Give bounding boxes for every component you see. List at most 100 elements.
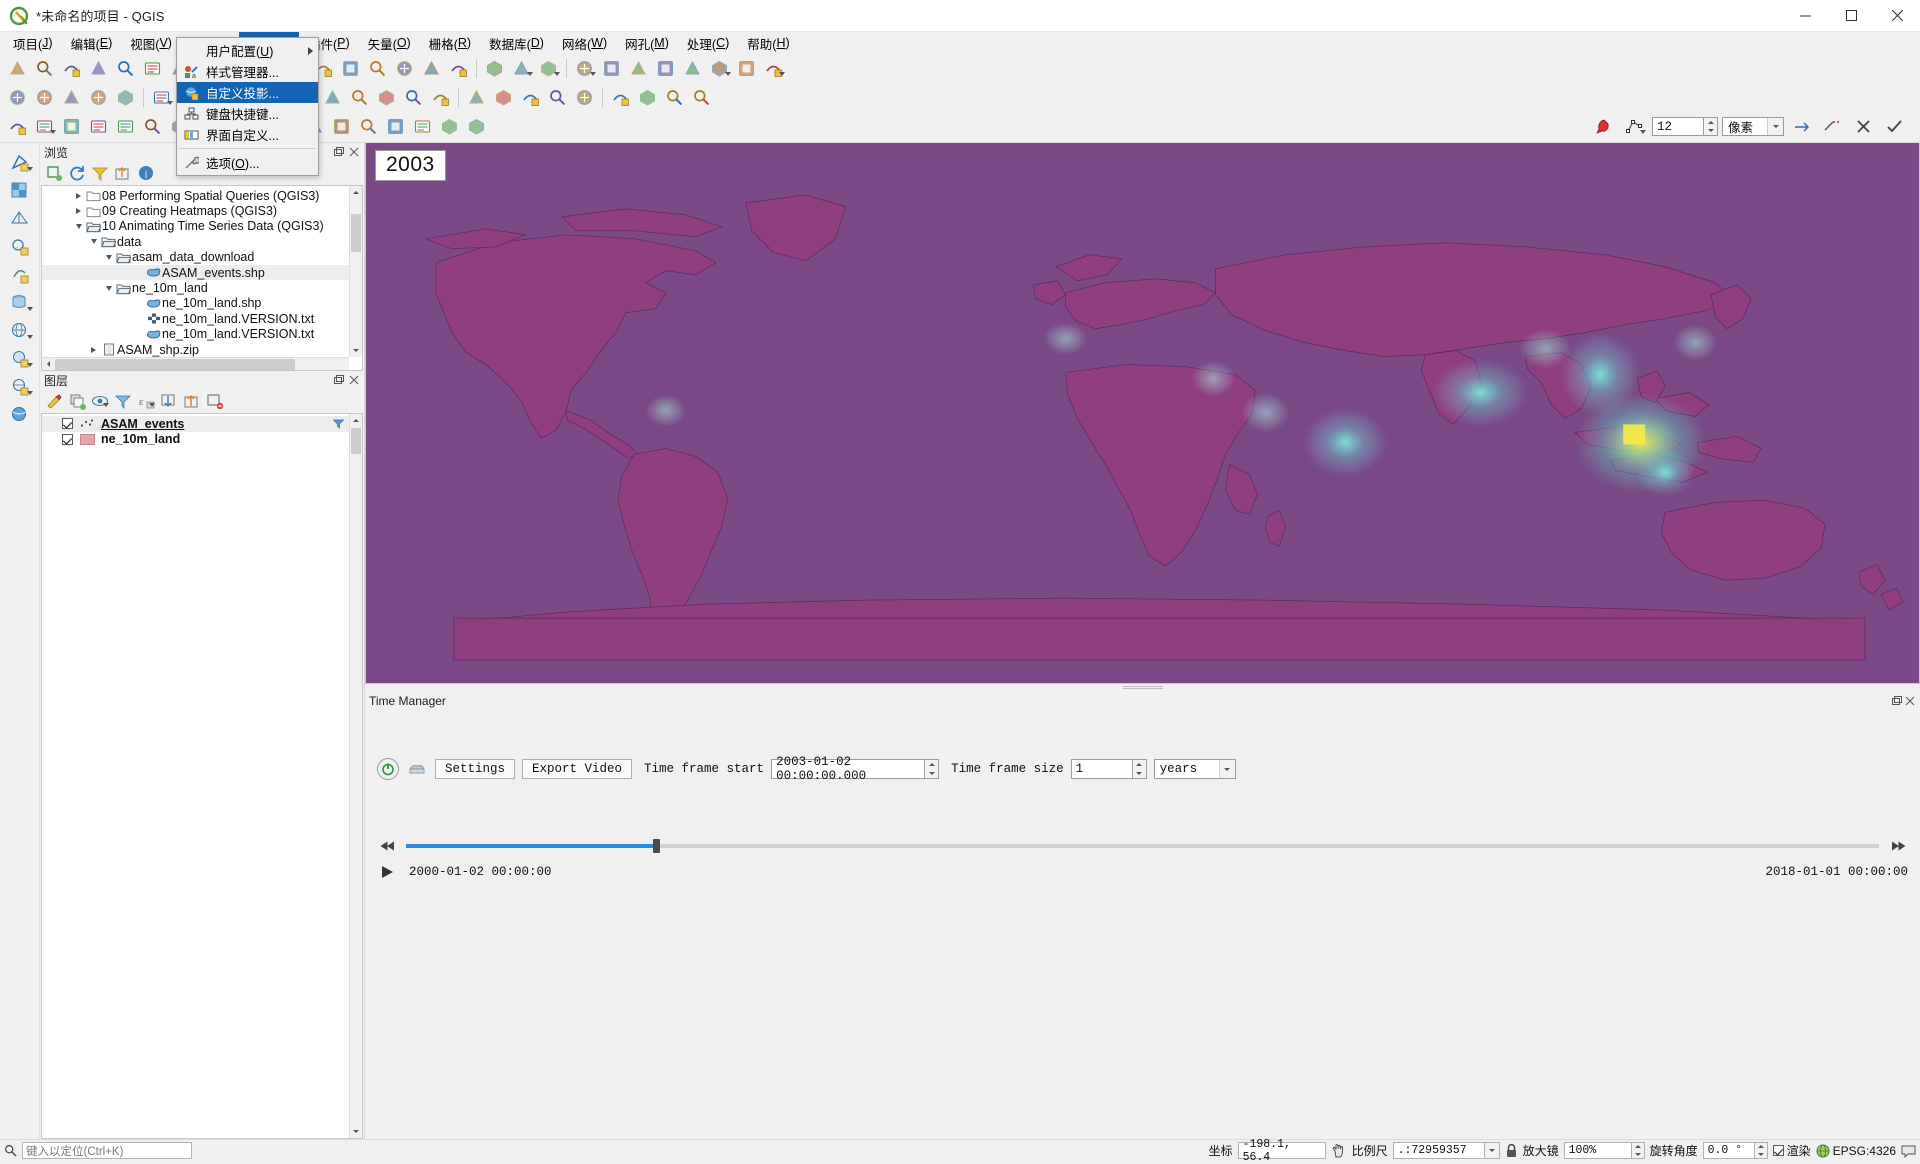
time-frame-size-stepper[interactable] [1132, 759, 1147, 779]
current-edits-icon[interactable] [148, 85, 175, 110]
merge-features-icon[interactable] [355, 114, 382, 139]
show-statistics-icon[interactable] [706, 56, 733, 81]
open-data-source-manager-icon[interactable] [4, 85, 31, 110]
menu-v[interactable]: 视图(V) [121, 32, 181, 54]
add-vector-layer-side-icon[interactable] [5, 149, 35, 176]
menu-m[interactable]: 网孔(M) [616, 32, 678, 54]
menu-w[interactable]: 网络(W) [553, 32, 616, 54]
time-slider-handle[interactable] [653, 839, 661, 853]
add-layer-icon[interactable] [44, 163, 65, 184]
filter-legend-icon[interactable] [113, 391, 134, 412]
settings-menu-item-4[interactable]: 界面自定义... [177, 124, 318, 145]
measure-line-icon[interactable] [508, 56, 535, 81]
nominatim-icon[interactable] [490, 85, 517, 110]
add-wcs-layer-side-icon[interactable] [5, 345, 35, 372]
browser-vertical-scrollbar[interactable] [349, 186, 362, 357]
browser-panel-close-icon[interactable] [347, 146, 360, 159]
vertex-size-stepper[interactable] [1704, 117, 1718, 136]
pan-extents-icon[interactable] [1331, 1143, 1347, 1158]
chevron-right-icon[interactable] [87, 346, 100, 353]
layer-item[interactable]: ne_10m_land [42, 432, 362, 448]
maximize-icon[interactable] [1828, 0, 1874, 32]
add-raster-layer-icon[interactable] [58, 85, 85, 110]
trim-extend-icon[interactable] [1819, 114, 1846, 139]
georeferencer-icon[interactable] [463, 85, 490, 110]
export-video-button[interactable]: Export Video [522, 759, 633, 779]
settings-menu-item-1[interactable]: a 样式管理器... [177, 61, 318, 82]
time-manager-icon[interactable] [544, 85, 571, 110]
browser-tree-item[interactable]: asam_data_download [42, 250, 362, 265]
add-wms-layer-side-icon[interactable] [5, 317, 35, 344]
rotation-stepper[interactable] [1754, 1142, 1768, 1159]
time-unit-select[interactable]: years [1153, 759, 1236, 779]
deselect-icon[interactable] [571, 56, 598, 81]
add-vector-tile-layer-side-icon[interactable] [5, 401, 35, 428]
menu-d[interactable]: 数据库(D) [480, 32, 553, 54]
offset-point-symbol-icon[interactable] [463, 114, 490, 139]
minimize-icon[interactable] [1782, 0, 1828, 32]
locator-input[interactable]: 键入以定位(Ctrl+K) [22, 1142, 192, 1159]
add-delimited-text-side-icon[interactable]: , [5, 233, 35, 260]
settings-dropdown-menu[interactable]: 用户配置(U) a 样式管理器... 自定义投影... 键盘快捷键... 界面自定义...… [176, 37, 319, 176]
fast-forward-icon[interactable] [1888, 836, 1908, 856]
browser-tree[interactable]: 08 Performing Spatial Queries (QGIS3) 09 … [41, 185, 363, 371]
open-attribute-table-icon[interactable] [598, 56, 625, 81]
browser-tree-item[interactable]: 10 Animating Time Series Data (QGIS3) [42, 219, 362, 234]
collapse-all-layers-icon[interactable] [182, 391, 203, 412]
save-project-icon[interactable] [58, 56, 85, 81]
cut-features-icon[interactable] [319, 85, 346, 110]
paste-features-icon[interactable] [373, 85, 400, 110]
layers-vertical-scrollbar[interactable] [349, 414, 362, 1138]
redo-icon[interactable] [427, 85, 454, 110]
processing-toolbox-icon[interactable] [652, 56, 679, 81]
open-layer-styling-icon[interactable] [44, 391, 65, 412]
time-frame-size-input[interactable]: 1 [1070, 759, 1133, 779]
browser-tree-item[interactable]: ASAM_events.shp [42, 264, 362, 281]
rotate-point-symbols-icon[interactable] [436, 114, 463, 139]
layers-scroll-up-arrow[interactable] [350, 414, 362, 427]
settings-menu-item-0[interactable]: 用户配置(U) [177, 40, 318, 61]
archive-icon[interactable] [406, 759, 428, 779]
browser-tree-item[interactable]: ne_10m_land.VERSION.txt [42, 327, 362, 342]
add-delimited-text-icon[interactable] [112, 85, 139, 110]
vertex-editor-icon[interactable] [1621, 114, 1648, 139]
add-ring-icon[interactable] [112, 114, 139, 139]
undo-icon[interactable] [400, 85, 427, 110]
layout-manager-icon[interactable] [139, 56, 166, 81]
time-frame-start-stepper[interactable] [925, 759, 940, 779]
close-tool-icon[interactable] [1850, 114, 1877, 139]
add-postgis-layer-side-icon[interactable] [5, 289, 35, 316]
settings-menu-item-5[interactable]: 选项(O)... [177, 152, 318, 173]
chevron-down-icon[interactable] [102, 285, 115, 291]
split-parts-icon[interactable] [328, 114, 355, 139]
menu-j[interactable]: 项目(J) [4, 32, 62, 54]
magnifier-stepper[interactable] [1631, 1142, 1645, 1159]
add-raster-layer-side-icon[interactable] [5, 177, 35, 204]
settings-menu-item-2[interactable]: 自定义投影... [177, 82, 318, 103]
heatmap-plugin-icon[interactable] [517, 85, 544, 110]
add-polygon-icon[interactable] [31, 114, 58, 139]
new-project-icon[interactable] [4, 56, 31, 81]
digitize-shape-icon[interactable] [4, 114, 31, 139]
refresh-icon[interactable] [67, 163, 88, 184]
layer-visibility-checkbox[interactable] [62, 433, 73, 445]
qgis2web-icon[interactable] [571, 85, 598, 110]
add-mesh-layer-icon[interactable] [85, 85, 112, 110]
add-mesh-layer-side-icon[interactable] [5, 205, 35, 232]
add-wfs-layer-side-icon[interactable] [5, 373, 35, 400]
simplify-feature-icon[interactable] [85, 114, 112, 139]
time-frame-start-input[interactable]: 2003-01-02 00:00:00.000 [771, 755, 926, 783]
coordinate-value[interactable]: -198.1, 56.4 [1237, 1138, 1326, 1164]
browser-tree-item[interactable]: ASAM_shp.zip [42, 342, 362, 357]
browser-panel-float-icon[interactable] [332, 146, 345, 159]
statistical-summary-icon[interactable] [679, 56, 706, 81]
layers-panel-close-icon[interactable] [347, 374, 360, 387]
vertex-unit-select[interactable]: 像素 [1722, 117, 1784, 136]
add-spatialite-layer-side-icon[interactable] [5, 261, 35, 288]
python-console-icon[interactable] [661, 85, 688, 110]
layer-visibility-checkbox[interactable] [62, 418, 73, 430]
new-print-layout-icon[interactable] [112, 56, 139, 81]
open-project-icon[interactable] [31, 56, 58, 81]
crs-status[interactable]: EPSG:4326 [1816, 1144, 1896, 1158]
chevron-down-icon[interactable] [87, 239, 100, 245]
